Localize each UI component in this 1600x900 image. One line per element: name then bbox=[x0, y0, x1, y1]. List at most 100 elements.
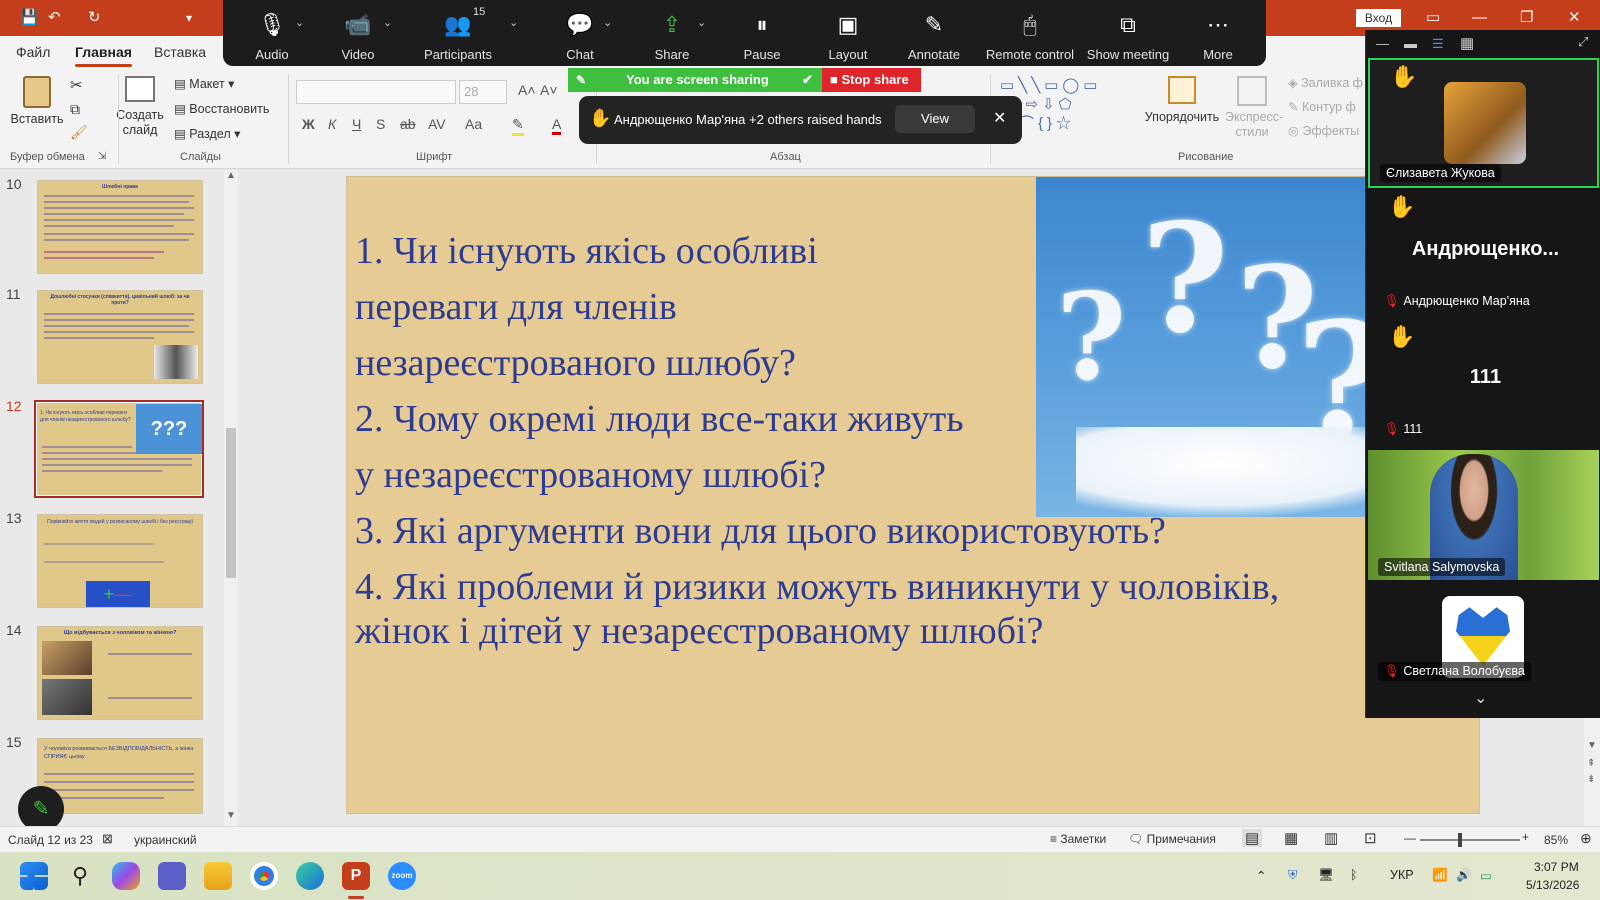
scroll-up-icon[interactable]: ▲ bbox=[226, 170, 236, 181]
layout-button[interactable]: ▤ Макет ▾ bbox=[174, 76, 234, 91]
new-slide-button[interactable]: Создать слайд bbox=[112, 76, 168, 138]
scroll-down-chevron-icon[interactable]: ⌄ bbox=[1474, 688, 1487, 708]
signin-button[interactable]: Вход bbox=[1356, 9, 1401, 27]
underline-icon[interactable]: Ч bbox=[352, 116, 361, 132]
accessibility-icon[interactable]: ⊠ bbox=[102, 831, 113, 847]
restore-button[interactable]: ❐ bbox=[1520, 9, 1533, 27]
slide-sorter-icon[interactable]: ▦ bbox=[1284, 829, 1298, 847]
remote-control-button[interactable]: 🖱 Remote control bbox=[985, 0, 1075, 66]
zoom-level[interactable]: 85% bbox=[1544, 833, 1568, 847]
tab-insert[interactable]: Вставка bbox=[154, 44, 206, 60]
chat-button[interactable]: 💬 Chat bbox=[535, 0, 625, 66]
slide-thumbnail-12[interactable]: 1. Чи існують якісь особливі переваги дл… bbox=[34, 400, 204, 498]
more-button[interactable]: ⋯ More bbox=[1173, 0, 1263, 66]
participant-tile[interactable]: ✋ Андрющенко... 🎙 Андрющенко Мар'яна bbox=[1368, 190, 1599, 318]
bluetooth-icon[interactable]: ᛒ bbox=[1350, 868, 1358, 882]
slide-thumbnail-13[interactable]: Порівняйте життя людей у розписаному шлю… bbox=[37, 514, 203, 608]
clock-time[interactable]: 3:07 PM bbox=[1534, 860, 1579, 874]
stop-share-button[interactable]: ■ Stop share bbox=[822, 68, 921, 92]
slideshow-icon[interactable]: ⊡ bbox=[1364, 829, 1377, 847]
font-size-select[interactable]: 28 bbox=[459, 80, 507, 104]
tab-home[interactable]: Главная bbox=[75, 44, 132, 67]
security-icon[interactable]: ⛨ bbox=[1288, 868, 1297, 883]
ribbon-display-icon[interactable]: ▭ bbox=[1426, 9, 1440, 27]
italic-icon[interactable]: К bbox=[328, 116, 336, 132]
powerpoint-icon[interactable]: P bbox=[342, 862, 370, 890]
participants-button[interactable]: 👥 15 Participants bbox=[413, 0, 503, 66]
scroll-down-icon[interactable]: ▼ bbox=[226, 810, 236, 821]
scroll-down-icon[interactable]: ▼ bbox=[1587, 740, 1597, 751]
share-button[interactable]: ⇪ Share bbox=[627, 0, 717, 66]
edge-icon[interactable] bbox=[296, 862, 324, 890]
decrease-font-icon[interactable]: A˅ bbox=[540, 82, 558, 98]
chevron-down-icon[interactable]: ⌄ bbox=[383, 16, 392, 29]
arrange-button[interactable]: Упорядочить bbox=[1142, 76, 1222, 124]
font-name-select[interactable] bbox=[296, 80, 456, 104]
battery-icon[interactable]: ▭ bbox=[1480, 868, 1492, 883]
annotate-button[interactable]: ✎ Annotate bbox=[889, 0, 979, 66]
participant-video-tile[interactable]: Svitlana Salymovska bbox=[1368, 450, 1599, 580]
teams-icon[interactable] bbox=[158, 862, 186, 890]
strikethrough-icon[interactable]: ab bbox=[400, 116, 416, 132]
quick-styles-button[interactable]: Экспресс-стили bbox=[1222, 76, 1283, 140]
font-color-icon[interactable]: A bbox=[552, 116, 562, 135]
participant-tile[interactable]: 🎙 Светлана Волобуєва bbox=[1368, 582, 1599, 682]
slide-scrollbar[interactable]: ▼ ⇞ ⇟ bbox=[1584, 718, 1600, 826]
chevron-down-icon[interactable]: ⌄ bbox=[603, 16, 612, 29]
view-button[interactable]: View bbox=[895, 105, 975, 133]
reset-button[interactable]: ▤ Восстановить bbox=[174, 101, 269, 116]
tab-file[interactable]: Файл bbox=[16, 44, 50, 60]
increase-font-icon[interactable]: A˄ bbox=[518, 82, 536, 98]
char-spacing-icon[interactable]: AV bbox=[428, 116, 446, 132]
strip-view-icon[interactable]: ☰ bbox=[1432, 36, 1444, 52]
input-language[interactable]: УКР bbox=[1390, 868, 1414, 882]
show-meeting-button[interactable]: ⧉ Show meeting bbox=[1083, 0, 1173, 66]
undo-icon[interactable]: ↶ bbox=[48, 9, 61, 27]
redo-icon[interactable]: ↻ bbox=[88, 9, 101, 27]
windows-start-icon[interactable] bbox=[20, 862, 48, 890]
participant-tile[interactable]: ✋ 111 🎙 111 bbox=[1368, 320, 1599, 448]
zoom-out-icon[interactable]: — bbox=[1404, 831, 1416, 845]
chevron-down-icon[interactable]: ⌄ bbox=[295, 16, 304, 29]
monitor-icon[interactable]: 🖥 bbox=[1318, 868, 1334, 883]
cut-icon[interactable]: ✂ bbox=[70, 76, 83, 94]
section-button[interactable]: ▤ Раздел ▾ bbox=[174, 126, 240, 141]
save-icon[interactable]: 💾 bbox=[20, 9, 39, 27]
copilot-icon[interactable] bbox=[112, 862, 140, 890]
chevron-down-icon[interactable]: ⌄ bbox=[509, 16, 518, 29]
expand-icon[interactable]: ⤢ bbox=[1578, 34, 1588, 50]
minimize-icon[interactable]: — bbox=[1376, 36, 1389, 51]
zoom-slider[interactable] bbox=[1420, 833, 1520, 847]
participant-tile[interactable]: ✋ Єлизавета Жукова bbox=[1368, 58, 1599, 188]
next-slide-icon[interactable]: ⇟ bbox=[1587, 774, 1595, 785]
change-case-icon[interactable]: Aa bbox=[465, 116, 482, 132]
notes-button[interactable]: ≡ Заметки bbox=[1050, 832, 1106, 846]
screen-sharing-indicator[interactable]: ✎ You are screen sharing ✔ bbox=[568, 68, 822, 92]
show-hidden-icons-icon[interactable]: ⌃ bbox=[1256, 868, 1266, 883]
minimize-button[interactable]: — bbox=[1472, 9, 1487, 27]
close-icon[interactable]: ✕ bbox=[993, 108, 1006, 128]
zoom-app-icon[interactable]: zoom bbox=[388, 862, 416, 890]
highlight-icon[interactable]: ✎ bbox=[512, 116, 524, 136]
clock-date[interactable]: 5/13/2026 bbox=[1526, 878, 1579, 892]
chrome-icon[interactable] bbox=[250, 862, 278, 890]
normal-view-icon[interactable]: ▤ bbox=[1242, 829, 1263, 847]
slide-thumbnail-11[interactable]: Дошлюбні стосунки (співжиття), цивільний… bbox=[37, 290, 203, 384]
zoom-in-icon[interactable]: + bbox=[1522, 830, 1529, 844]
shape-fill-button[interactable]: ◈ Заливка ф bbox=[1288, 75, 1363, 90]
dialog-launcher-icon[interactable]: ⇲ bbox=[98, 151, 106, 162]
shape-outline-button[interactable]: ✎ Контур ф bbox=[1288, 99, 1356, 114]
reading-view-icon[interactable]: ▥ bbox=[1324, 829, 1338, 847]
fit-slide-icon[interactable]: ⊕ bbox=[1580, 830, 1592, 847]
search-icon[interactable]: ⚲ bbox=[66, 862, 94, 890]
slide-thumbnail-10[interactable]: Шлюбні права bbox=[37, 180, 203, 274]
speaker-view-icon[interactable]: ▬ bbox=[1404, 36, 1417, 51]
paste-button[interactable]: Вставить bbox=[8, 76, 66, 126]
language-indicator[interactable]: украинский bbox=[134, 833, 197, 847]
scroll-thumb[interactable] bbox=[226, 428, 236, 578]
close-button[interactable]: ✕ bbox=[1568, 9, 1581, 27]
current-slide[interactable]: ? ? ? ? ? 1. Чи існують якісь особливі п… bbox=[346, 176, 1480, 814]
slide-thumbnail-14[interactable]: Що відбувається з чоловіком та жінкою? bbox=[37, 626, 203, 720]
bold-icon[interactable]: Ж bbox=[302, 116, 315, 132]
volume-icon[interactable]: 🔊 bbox=[1456, 868, 1472, 883]
